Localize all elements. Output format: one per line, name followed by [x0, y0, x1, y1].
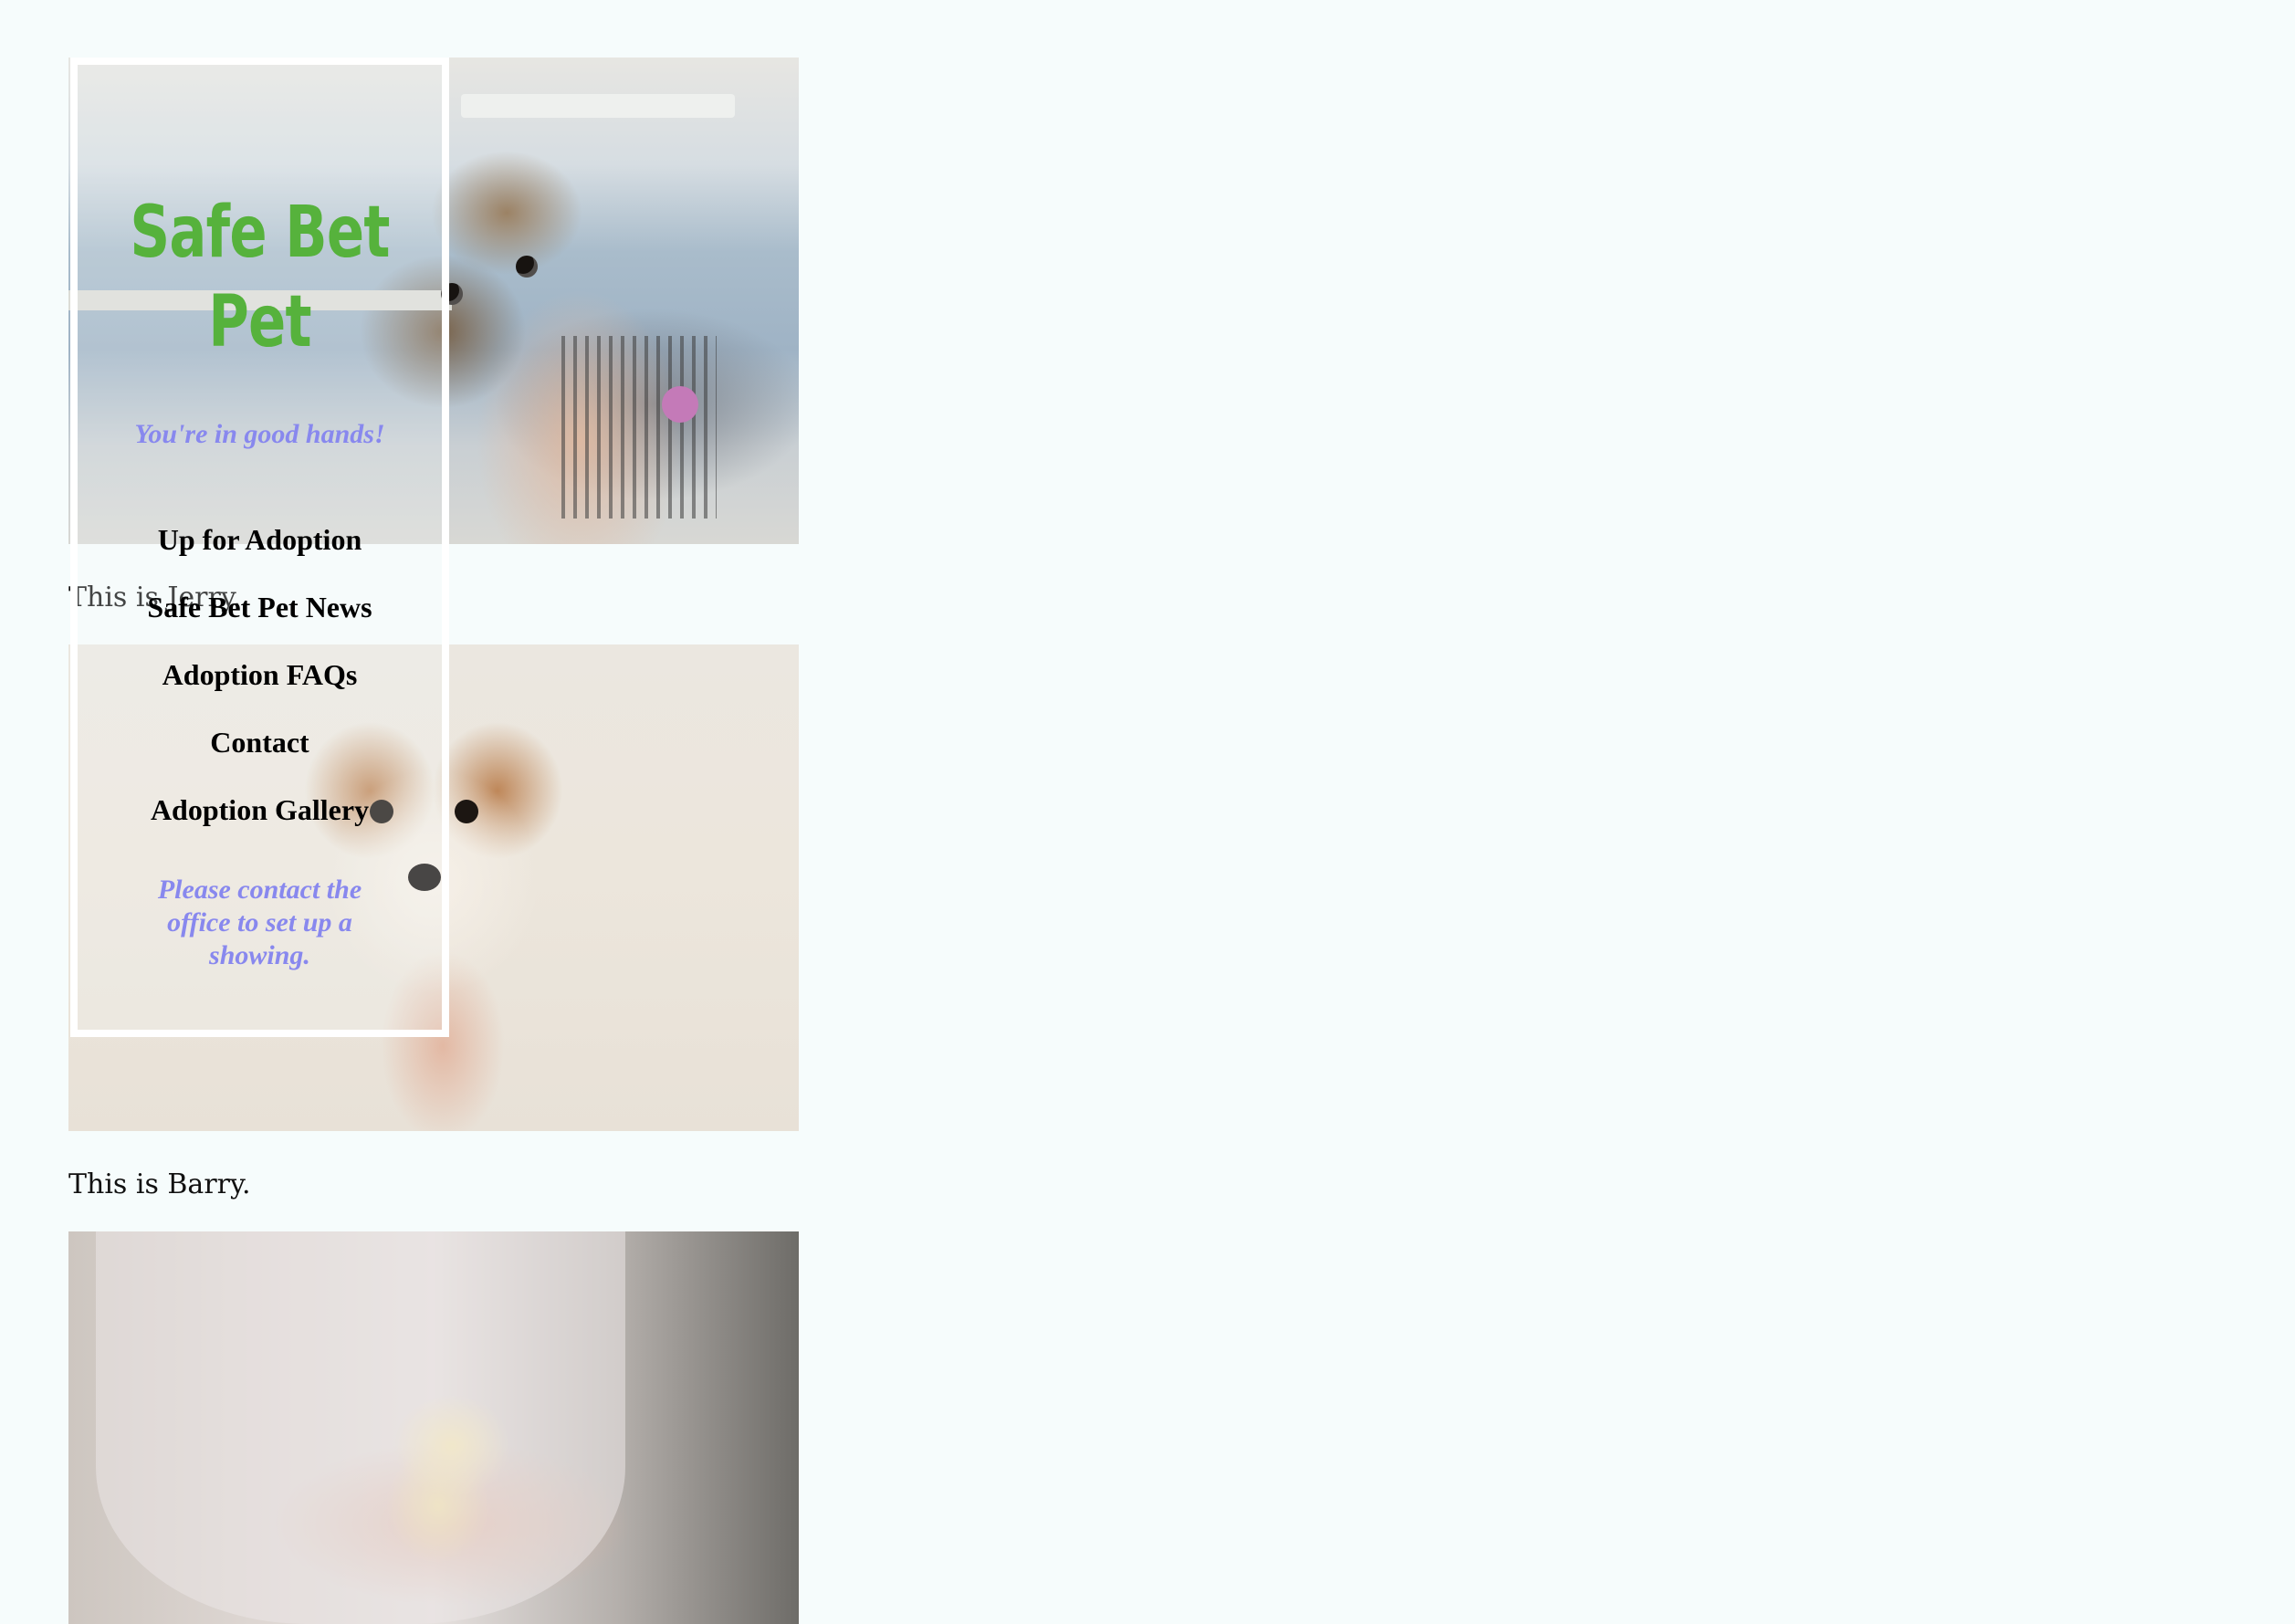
main-nav: Up for Adoption Safe Bet Pet News Adopti…	[78, 512, 442, 850]
showing-notice: Please contact the office to set up a sh…	[157, 875, 362, 970]
chick-photo	[68, 1231, 799, 1624]
nav-item-up-for-adoption: Up for Adoption	[78, 512, 442, 580]
photo-caption: This is Barry.	[68, 1168, 251, 1200]
sidebar: Safe Bet Pet You're in good hands! Up fo…	[70, 58, 449, 1037]
tagline: You're in good hands!	[134, 419, 385, 449]
site-title: Safe Bet Pet	[130, 192, 390, 363]
person-shirt	[96, 1231, 625, 1624]
pet-cage	[561, 336, 717, 519]
pink-toy	[662, 386, 698, 423]
nav-item-gallery: Adoption Gallery	[78, 782, 442, 850]
kitten-eye	[516, 256, 538, 278]
nav-link-up-for-adoption[interactable]: Up for Adoption	[158, 523, 362, 556]
ceiling-lamp	[461, 94, 735, 118]
nav-link-news[interactable]: Safe Bet Pet News	[147, 591, 372, 623]
nav-link-gallery[interactable]: Adoption Gallery	[151, 793, 369, 826]
nav-link-faqs[interactable]: Adoption FAQs	[162, 658, 358, 691]
nav-item-faqs: Adoption FAQs	[78, 647, 442, 715]
puppy-eye	[455, 800, 478, 823]
nav-item-contact: Contact	[78, 715, 442, 782]
nav-link-contact[interactable]: Contact	[210, 726, 309, 759]
nav-item-news: Safe Bet Pet News	[78, 580, 442, 647]
